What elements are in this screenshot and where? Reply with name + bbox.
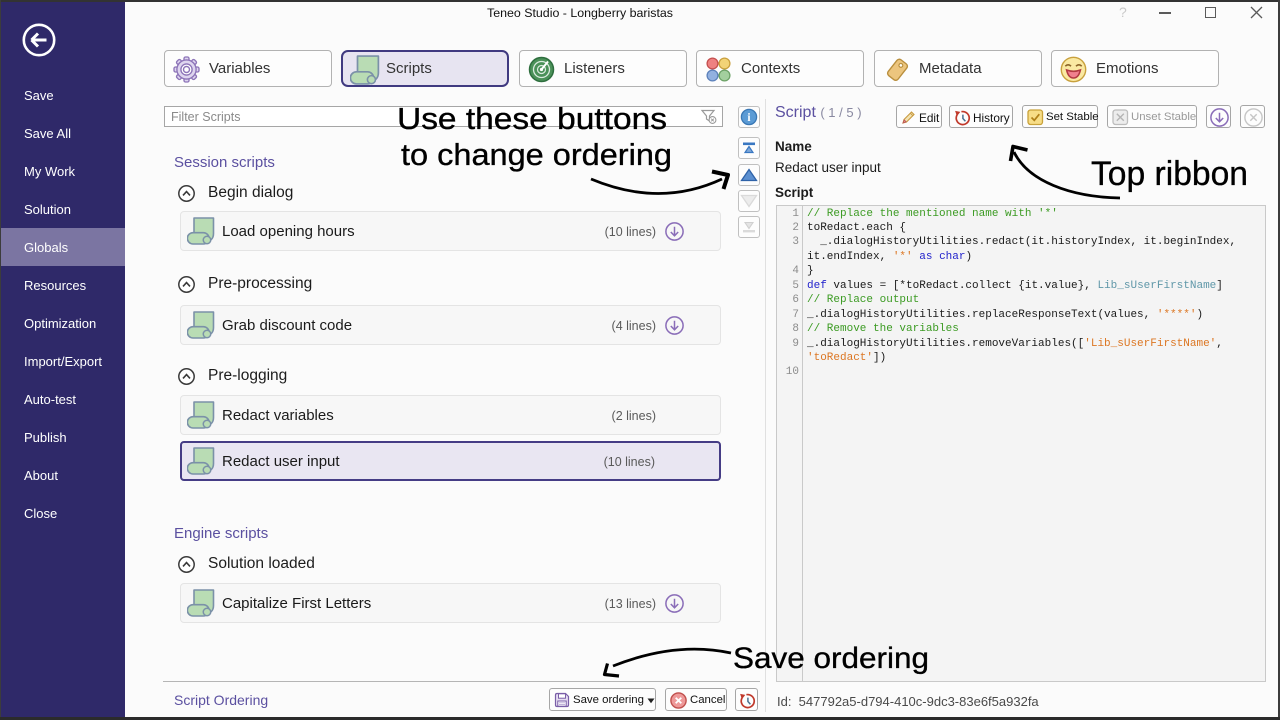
- svg-text:Use these buttons: Use these buttons: [397, 101, 667, 136]
- svg-text:to change ordering: to change ordering: [401, 137, 672, 172]
- svg-text:Top ribbon: Top ribbon: [1091, 155, 1248, 193]
- svg-text:Save ordering: Save ordering: [733, 642, 929, 675]
